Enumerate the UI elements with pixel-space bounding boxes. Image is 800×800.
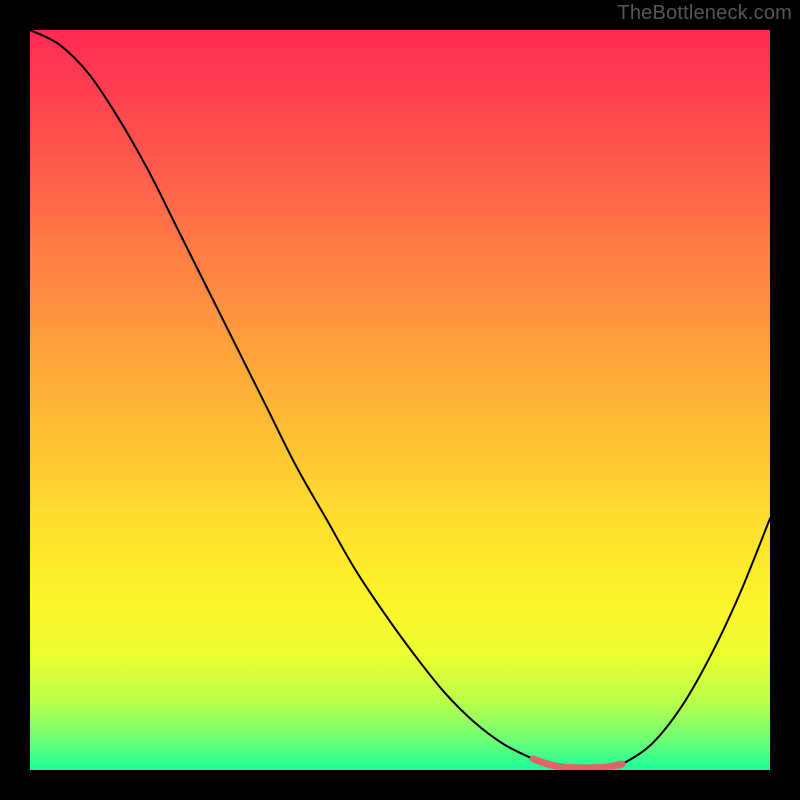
bottleneck-curve [30, 30, 770, 768]
watermark: TheBottleneck.com [617, 2, 792, 25]
chart-container: TheBottleneck.com [0, 0, 800, 800]
chart-svg [30, 30, 770, 770]
plateau-highlight [533, 759, 622, 768]
plot-area [30, 30, 770, 770]
